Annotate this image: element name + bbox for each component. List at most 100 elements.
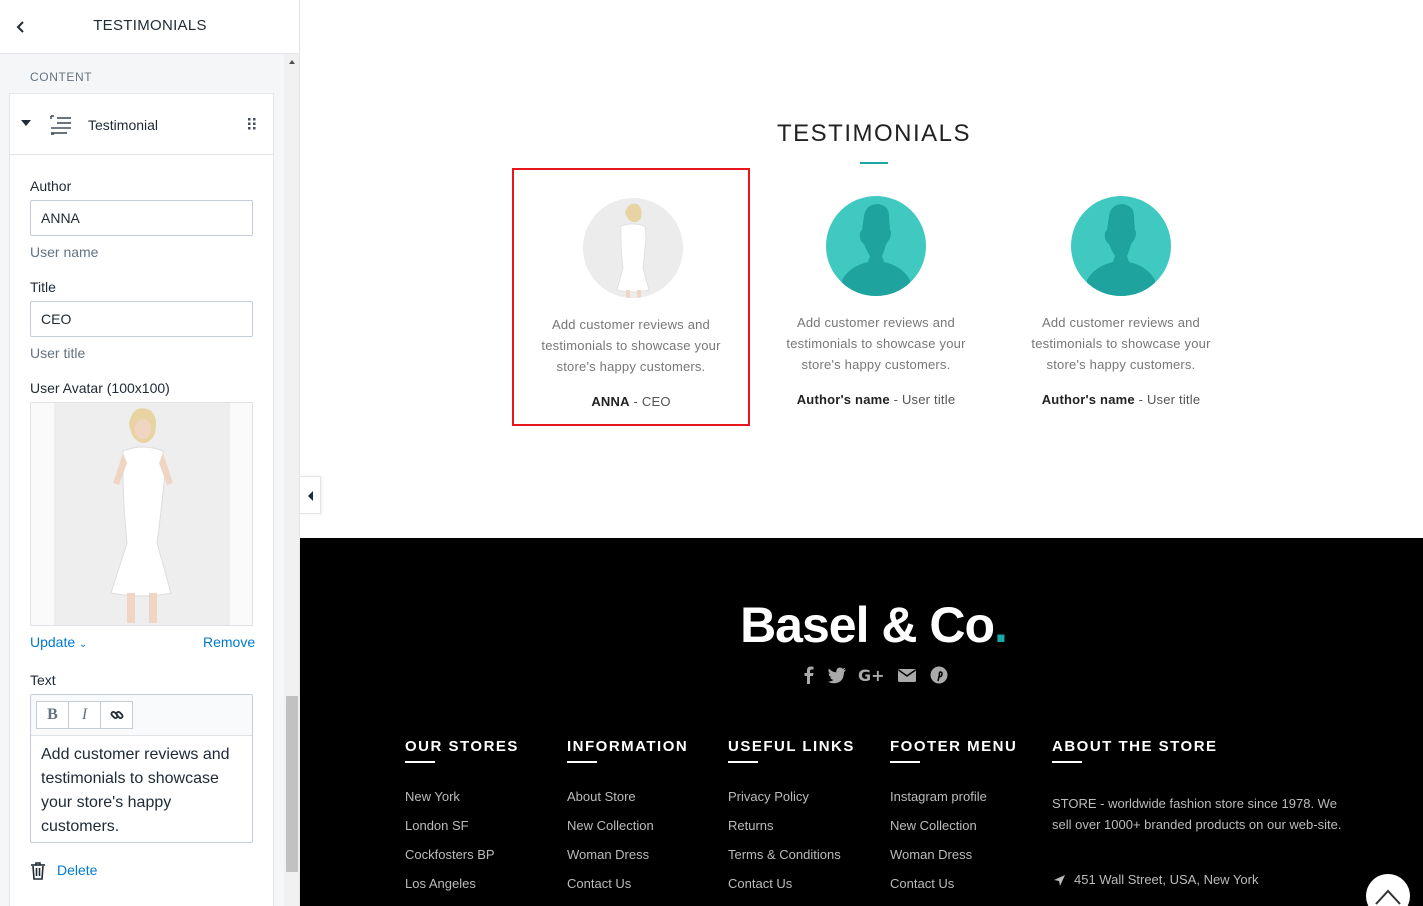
chevron-down-icon: ⌄ bbox=[79, 639, 88, 650]
footer-link[interactable]: Woman Dress bbox=[890, 847, 1017, 876]
testimonial-title: CEO bbox=[641, 394, 671, 409]
rich-text-editor[interactable]: B I Add customer reviews and testimonial… bbox=[30, 694, 253, 843]
footer-link[interactable]: New Collection bbox=[890, 818, 1017, 847]
section-label: CONTENT bbox=[30, 70, 93, 84]
back-button[interactable] bbox=[10, 15, 32, 39]
rte-content[interactable]: Add customer reviews and testimonials to… bbox=[41, 743, 242, 839]
footer-link[interactable]: Woman Dress bbox=[567, 847, 688, 876]
person-silhouette-icon bbox=[1087, 204, 1155, 296]
footer-column-title: OUR STORES bbox=[405, 738, 519, 755]
footer-link[interactable]: Contact Us bbox=[728, 876, 855, 905]
footer-link[interactable]: Privacy Policy bbox=[728, 789, 855, 818]
collapse-sidebar-button[interactable] bbox=[300, 476, 321, 514]
testimonial-avatar bbox=[1071, 196, 1171, 296]
logo-text: Basel & Co bbox=[740, 597, 995, 653]
address-text: 451 Wall Street, USA, New York bbox=[1074, 872, 1259, 887]
footer-link[interactable]: Instagram profile bbox=[890, 789, 1017, 818]
footer-column-information: INFORMATION About Store New Collection W… bbox=[567, 738, 688, 905]
update-avatar-link[interactable]: Update ⌄ bbox=[30, 634, 87, 650]
remove-avatar-link[interactable]: Remove bbox=[203, 634, 255, 650]
title-label: Title bbox=[30, 279, 56, 295]
footer-link[interactable]: Los Angeles bbox=[405, 876, 519, 905]
facebook-icon[interactable] bbox=[798, 664, 820, 686]
testimonial-card[interactable]: Add customer reviews and testimonials to… bbox=[757, 168, 995, 426]
footer-column-title: FOOTER MENU bbox=[890, 738, 1018, 755]
update-label: Update bbox=[30, 634, 76, 650]
footer-column-useful-links: USEFUL LINKS Privacy Policy Returns Term… bbox=[728, 738, 855, 905]
footer-link[interactable]: New York bbox=[405, 789, 519, 818]
testimonial-author: Author's name bbox=[796, 392, 890, 407]
testimonial-meta: Author's name - User title bbox=[757, 392, 995, 407]
link-button[interactable] bbox=[100, 701, 133, 729]
testimonial-title: User title bbox=[1146, 392, 1201, 407]
testimonial-block: Testimonial Author User name Title User … bbox=[9, 93, 274, 906]
title-underline bbox=[890, 761, 920, 763]
google-plus-icon[interactable]: G+ bbox=[858, 664, 884, 686]
title-underline bbox=[728, 761, 758, 763]
author-input[interactable] bbox=[30, 200, 253, 236]
testimonial-card-selected[interactable]: Add customer reviews and testimonials to… bbox=[512, 168, 750, 426]
text-label: Text bbox=[30, 672, 56, 688]
pinterest-icon[interactable] bbox=[928, 664, 950, 686]
chevron-left-icon bbox=[16, 21, 24, 33]
footer-link[interactable]: About Store bbox=[567, 789, 688, 818]
store-logo[interactable]: Basel & Co. bbox=[300, 596, 1423, 654]
testimonial-author: ANNA bbox=[591, 394, 630, 409]
drag-handle-icon[interactable] bbox=[248, 118, 256, 130]
heading-underline bbox=[860, 162, 888, 164]
testimonial-text: Add customer reviews and testimonials to… bbox=[541, 317, 721, 374]
meta-separator: - bbox=[1134, 392, 1147, 407]
sidebar-scrollbar[interactable] bbox=[284, 54, 300, 906]
testimonial-text: Add customer reviews and testimonials to… bbox=[786, 315, 966, 372]
footer-link[interactable]: Cockfosters BP bbox=[405, 847, 519, 876]
testimonial-card[interactable]: Add customer reviews and testimonials to… bbox=[1002, 168, 1240, 426]
rte-toolbar: B I bbox=[31, 695, 252, 736]
caret-down-icon[interactable] bbox=[21, 120, 31, 126]
scroll-up-arrow-icon[interactable] bbox=[284, 56, 300, 68]
scrollbar-thumb[interactable] bbox=[286, 696, 298, 872]
testimonial-author: Author's name bbox=[1041, 392, 1135, 407]
footer-link[interactable]: London SF bbox=[405, 818, 519, 847]
avatar-image-preview[interactable] bbox=[30, 402, 253, 626]
chevron-up-icon bbox=[1375, 889, 1401, 905]
model-photo bbox=[583, 198, 683, 298]
footer-link[interactable]: New Collection bbox=[567, 818, 688, 847]
svg-text:G+: G+ bbox=[858, 666, 884, 685]
about-text: STORE - worldwide fashion store since 19… bbox=[1052, 796, 1342, 832]
bold-button[interactable]: B bbox=[36, 701, 69, 729]
email-icon[interactable] bbox=[896, 664, 918, 686]
twitter-icon[interactable] bbox=[826, 664, 848, 686]
site-footer: Basel & Co. G+ OUR STORES New York Londo… bbox=[300, 538, 1423, 906]
author-help-text: User name bbox=[30, 244, 99, 260]
text-block-icon bbox=[50, 115, 71, 135]
footer-link[interactable]: Returns bbox=[728, 818, 855, 847]
footer-link[interactable]: Contact Us bbox=[567, 876, 688, 905]
testimonial-avatar bbox=[826, 196, 926, 296]
testimonial-meta: Author's name - User title bbox=[1002, 392, 1240, 407]
sidebar-title: TESTIMONIALS bbox=[93, 17, 207, 34]
author-label: Author bbox=[30, 178, 72, 194]
avatar-label: User Avatar (100x100) bbox=[30, 380, 170, 396]
title-underline bbox=[567, 761, 597, 763]
caret-left-icon bbox=[308, 491, 313, 501]
title-underline bbox=[1052, 761, 1082, 763]
block-header[interactable]: Testimonial bbox=[10, 94, 273, 155]
scroll-to-top-button[interactable] bbox=[1366, 874, 1410, 906]
footer-column-title: USEFUL LINKS bbox=[728, 738, 855, 755]
title-input[interactable] bbox=[30, 301, 253, 337]
testimonial-avatar bbox=[583, 198, 683, 298]
italic-button[interactable]: I bbox=[68, 701, 101, 729]
testimonial-meta: ANNA - CEO bbox=[514, 394, 748, 409]
footer-column-stores: OUR STORES New York London SF Cockfoster… bbox=[405, 738, 519, 905]
footer-link[interactable]: Terms & Conditions bbox=[728, 847, 855, 876]
footer-link[interactable]: Contact Us bbox=[890, 876, 1017, 905]
meta-separator: - bbox=[889, 392, 902, 407]
footer-column-title: ABOUT THE STORE bbox=[1052, 738, 1218, 755]
link-icon bbox=[110, 711, 123, 719]
location-arrow-icon bbox=[1054, 875, 1065, 886]
trash-icon bbox=[31, 862, 45, 880]
delete-label: Delete bbox=[57, 862, 98, 878]
store-preview: TESTIMONIALS Add customer reviews and te… bbox=[300, 0, 1423, 906]
testimonials-heading: TESTIMONIALS bbox=[776, 120, 972, 147]
footer-column-footer-menu: FOOTER MENU Instagram profile New Collec… bbox=[890, 738, 1017, 905]
